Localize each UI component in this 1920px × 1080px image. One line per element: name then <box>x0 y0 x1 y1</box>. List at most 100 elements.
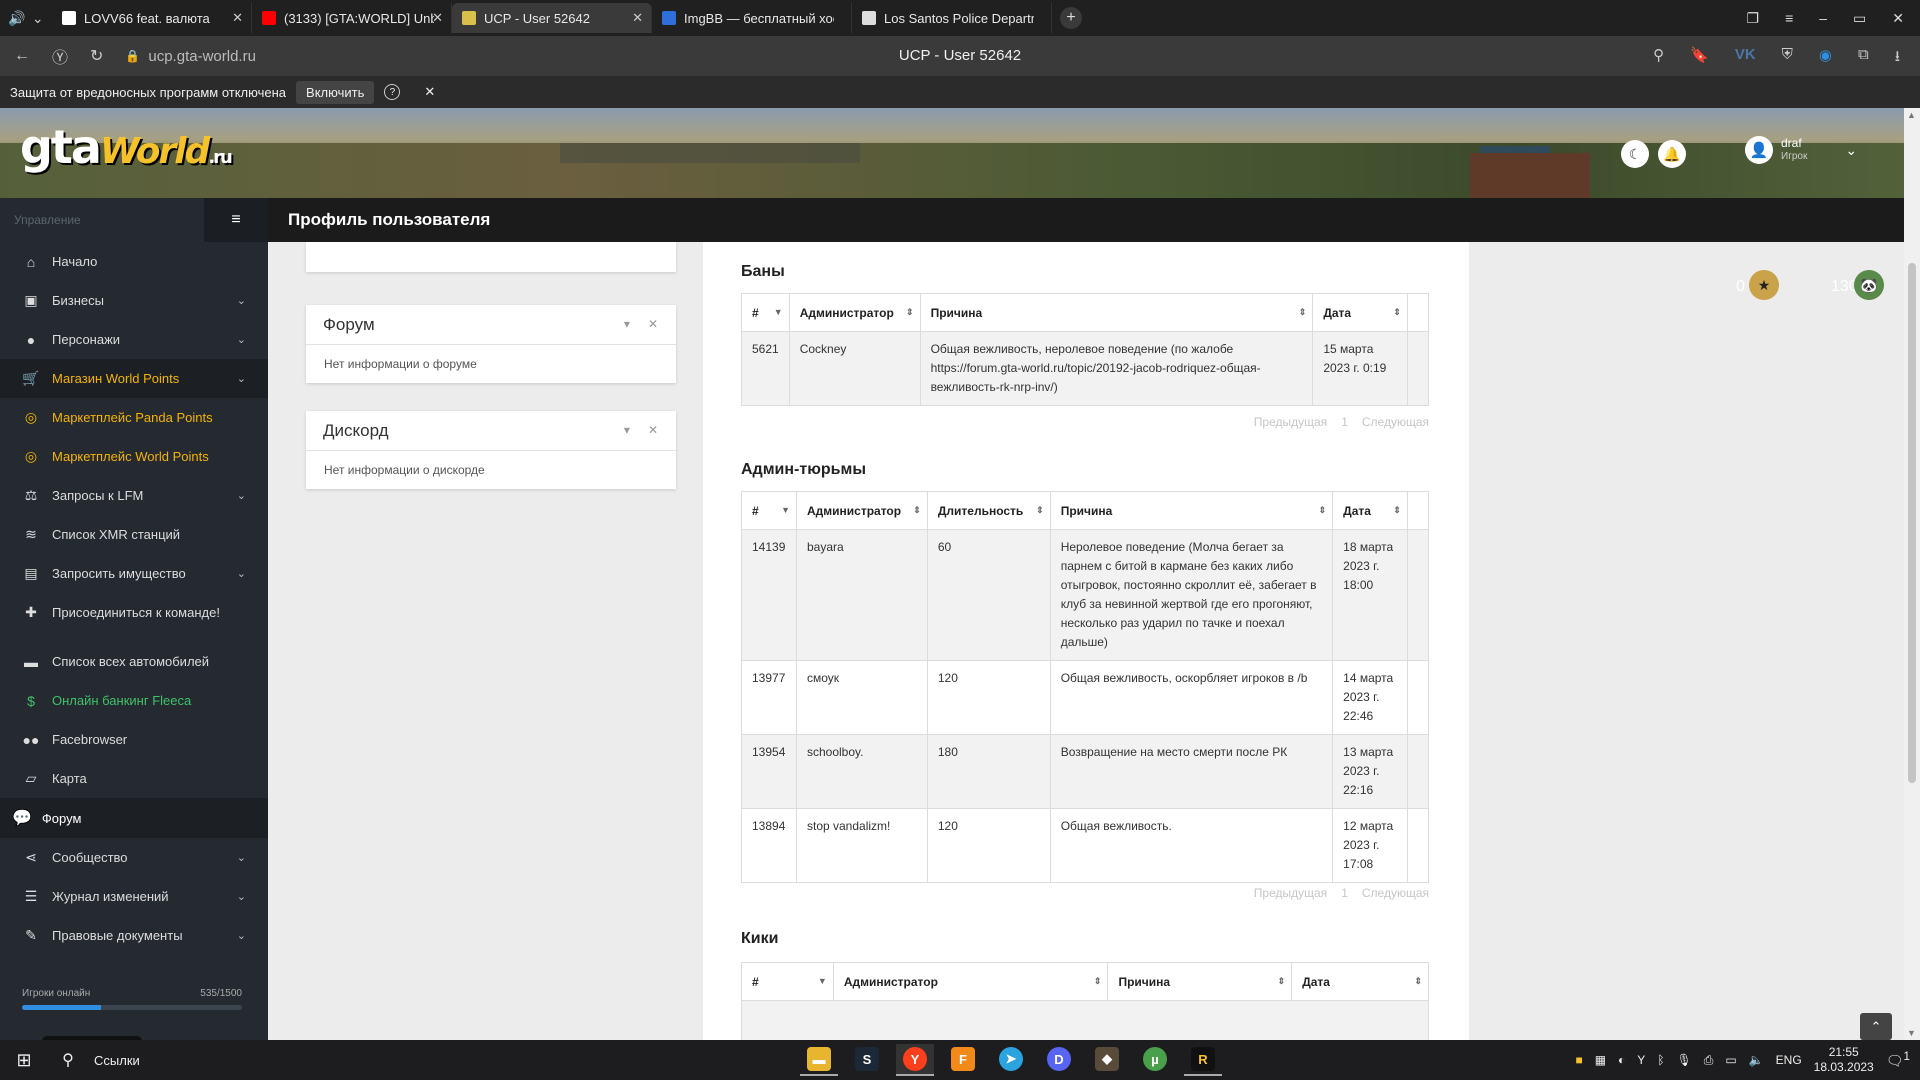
column-header[interactable]: # ▼ <box>741 962 834 1001</box>
scroll-to-top-button[interactable]: ⌃ <box>1860 1013 1892 1040</box>
column-header[interactable]: Причина ⇕ <box>919 293 1314 332</box>
sidebar-item[interactable]: ✎ Правовые документы ⌄ <box>0 916 268 955</box>
taskbar-search-label[interactable]: Ссылки <box>94 1053 140 1068</box>
sidebar-item[interactable]: ▣ Бизнесы ⌄ <box>0 281 268 320</box>
notifications-icon[interactable]: 🗨1 <box>1886 1050 1910 1070</box>
minimize-icon[interactable]: – <box>1819 10 1827 27</box>
bell-icon[interactable]: 🔔 <box>1658 140 1686 168</box>
close-tab-icon[interactable]: ✕ <box>232 10 243 26</box>
pager-prev[interactable]: Предыдущая <box>1254 886 1327 900</box>
discord-app[interactable]: D <box>1040 1044 1078 1076</box>
close-icon[interactable]: ✕ <box>648 423 658 437</box>
rage-mp-app[interactable]: R <box>1184 1044 1222 1076</box>
sidebar-item[interactable]: ☰ Журнал изменений ⌄ <box>0 877 268 916</box>
yandex-browser-app[interactable]: Y <box>896 1044 934 1076</box>
search-icon[interactable]: ⚲ <box>48 1050 88 1070</box>
sidebar-item[interactable]: $ Онлайн банкинг Fleeca <box>0 681 268 720</box>
shield-icon[interactable]: ⛨ <box>1782 46 1793 71</box>
game-app[interactable]: ◆ <box>1088 1044 1126 1076</box>
back-icon[interactable]: ← <box>14 47 30 65</box>
volume-icon[interactable]: 🔈 <box>1749 1053 1764 1067</box>
close-tab-icon[interactable]: ✕ <box>432 10 443 26</box>
page-scrollbar[interactable]: ▲ ▼ <box>1904 108 1920 1040</box>
yandex-icon[interactable]: Ⓨ <box>52 44 68 68</box>
collapse-icon[interactable]: ▾ <box>624 423 630 437</box>
scroll-up-icon[interactable]: ▲ <box>1907 110 1916 120</box>
fl-studio-app[interactable]: F <box>944 1044 982 1076</box>
reload-icon[interactable]: ↻ <box>90 46 103 66</box>
sidebar-item[interactable]: ▬ Список всех автомобилей <box>0 642 268 681</box>
bluetooth-icon[interactable]: ᛒ <box>1657 1053 1664 1067</box>
collections-icon[interactable]: ❐ <box>1747 10 1760 27</box>
enable-protection-button[interactable]: Включить <box>296 80 375 104</box>
sidebar-toggle-button[interactable]: ≡ <box>204 198 268 242</box>
menu-icon[interactable]: ≡ <box>1785 10 1793 27</box>
column-header[interactable]: Администратор ⇕ <box>788 293 921 332</box>
clock[interactable]: 21:55 18.03.2023 <box>1814 1045 1874 1075</box>
pager-next[interactable]: Следующая <box>1362 415 1429 429</box>
sidebar-item[interactable]: ⌂ Начало <box>0 242 268 281</box>
pager-page[interactable]: 1 <box>1341 415 1348 429</box>
pager-prev[interactable]: Предыдущая <box>1254 415 1327 429</box>
column-header[interactable]: Дата ⇕ <box>1291 962 1429 1001</box>
windows-start-icon[interactable]: ⊞ <box>0 1040 48 1080</box>
sidebar-item[interactable]: ≋ Список XMR станций <box>0 515 268 554</box>
column-header[interactable]: Дата ⇕ <box>1312 293 1408 332</box>
sidebar-item[interactable]: ▤ Запросить имущество ⌄ <box>0 554 268 593</box>
user-menu[interactable]: 👤 draf Игрок ⌄ <box>1745 136 1857 164</box>
sidebar-item[interactable]: 🛒 Магазин World Points ⌄ <box>0 359 268 398</box>
steam-app[interactable]: S <box>848 1044 886 1076</box>
pager-next[interactable]: Следующая <box>1362 886 1429 900</box>
sidebar-item[interactable]: ▱ Карта <box>0 759 268 798</box>
close-icon[interactable]: ✕ <box>648 317 658 331</box>
dark-mode-icon[interactable]: ☾ <box>1621 140 1649 168</box>
column-header[interactable]: # ▼ <box>741 293 790 332</box>
network-icon[interactable]: ▭ <box>1725 1053 1736 1067</box>
sidebar-item[interactable]: ● Персонажи ⌄ <box>0 320 268 359</box>
sidebar-forum-header[interactable]: 💬 Форум <box>0 798 268 838</box>
collapse-icon[interactable]: ▾ <box>624 317 630 331</box>
browser-tab[interactable]: (3133) [GTA:WORLD] Unba ✕ <box>252 3 452 33</box>
column-header[interactable]: Администратор ⇕ <box>795 491 928 530</box>
column-header[interactable]: Причина ⇕ <box>1107 962 1293 1001</box>
key-icon[interactable]: ⚲ <box>1653 46 1664 71</box>
column-header[interactable]: Администратор ⇕ <box>832 962 1109 1001</box>
microphone-icon[interactable]: 🎙 <box>1677 1053 1692 1067</box>
sidebar-item[interactable]: ✚ Присоединиться к команде! <box>0 593 268 632</box>
language-indicator[interactable]: ENG <box>1776 1053 1802 1067</box>
maximize-icon[interactable]: ▭ <box>1853 10 1866 27</box>
utorrent-app[interactable]: µ <box>1136 1044 1174 1076</box>
browser-tab[interactable]: UCP - User 52642 ✕ <box>452 3 652 33</box>
pager-page[interactable]: 1 <box>1341 886 1348 900</box>
bookmark-icon[interactable]: 🔖 <box>1690 46 1709 71</box>
sidebar-item[interactable]: ●● Facebrowser <box>0 720 268 759</box>
browser-tab[interactable]: LOVV66 feat. валюта ✕ <box>52 3 252 33</box>
explorer-app[interactable]: ▬ <box>800 1044 838 1076</box>
download-icon[interactable]: ⭳ <box>1895 46 1900 71</box>
sidebar-item[interactable]: ◎ Маркетплейс Panda Points <box>0 398 268 437</box>
browser-tab[interactable]: Los Santos Police Departm <box>852 3 1052 33</box>
column-header[interactable]: Причина ⇕ <box>1049 491 1334 530</box>
browser-tab[interactable]: ImgBB — бесплатный хос <box>652 3 852 33</box>
tray-discord-icon[interactable]: ◐ <box>1618 1053 1625 1067</box>
sidebar-item[interactable]: ◎ Маркетплейс World Points <box>0 437 268 476</box>
sidebar-item[interactable]: ⚖ Запросы к LFM ⌄ <box>0 476 268 515</box>
browser-menu-button[interactable]: 🔊 ⌄ <box>0 4 52 32</box>
site-logo[interactable]: gtaWorld.ru <box>20 120 233 174</box>
help-icon[interactable]: ? <box>384 84 401 100</box>
telegram-app[interactable]: ➤ <box>992 1044 1030 1076</box>
sidebar-item[interactable]: ⋖ Сообщество ⌄ <box>0 838 268 877</box>
url-field[interactable]: 🔒 ucp.gta-world.ru <box>125 48 256 65</box>
close-infobar-icon[interactable]: ✕ <box>424 84 435 100</box>
tray-app-icon[interactable]: ▦ <box>1595 1053 1606 1067</box>
column-header[interactable]: Дата ⇕ <box>1332 491 1408 530</box>
column-header[interactable]: Длительность ⇕ <box>926 491 1051 530</box>
shazam-icon[interactable]: ◉ <box>1819 46 1832 71</box>
vk-icon[interactable]: VK <box>1735 46 1756 71</box>
tray-app-icon[interactable]: ■ <box>1575 1053 1582 1067</box>
scroll-down-icon[interactable]: ▼ <box>1907 1028 1916 1038</box>
printer-icon[interactable]: ⎙ <box>1704 1053 1714 1068</box>
tray-yandex-icon[interactable]: Y <box>1637 1053 1645 1067</box>
new-tab-button[interactable]: + <box>1060 7 1082 29</box>
extensions-icon[interactable]: ⧉ <box>1858 46 1869 71</box>
